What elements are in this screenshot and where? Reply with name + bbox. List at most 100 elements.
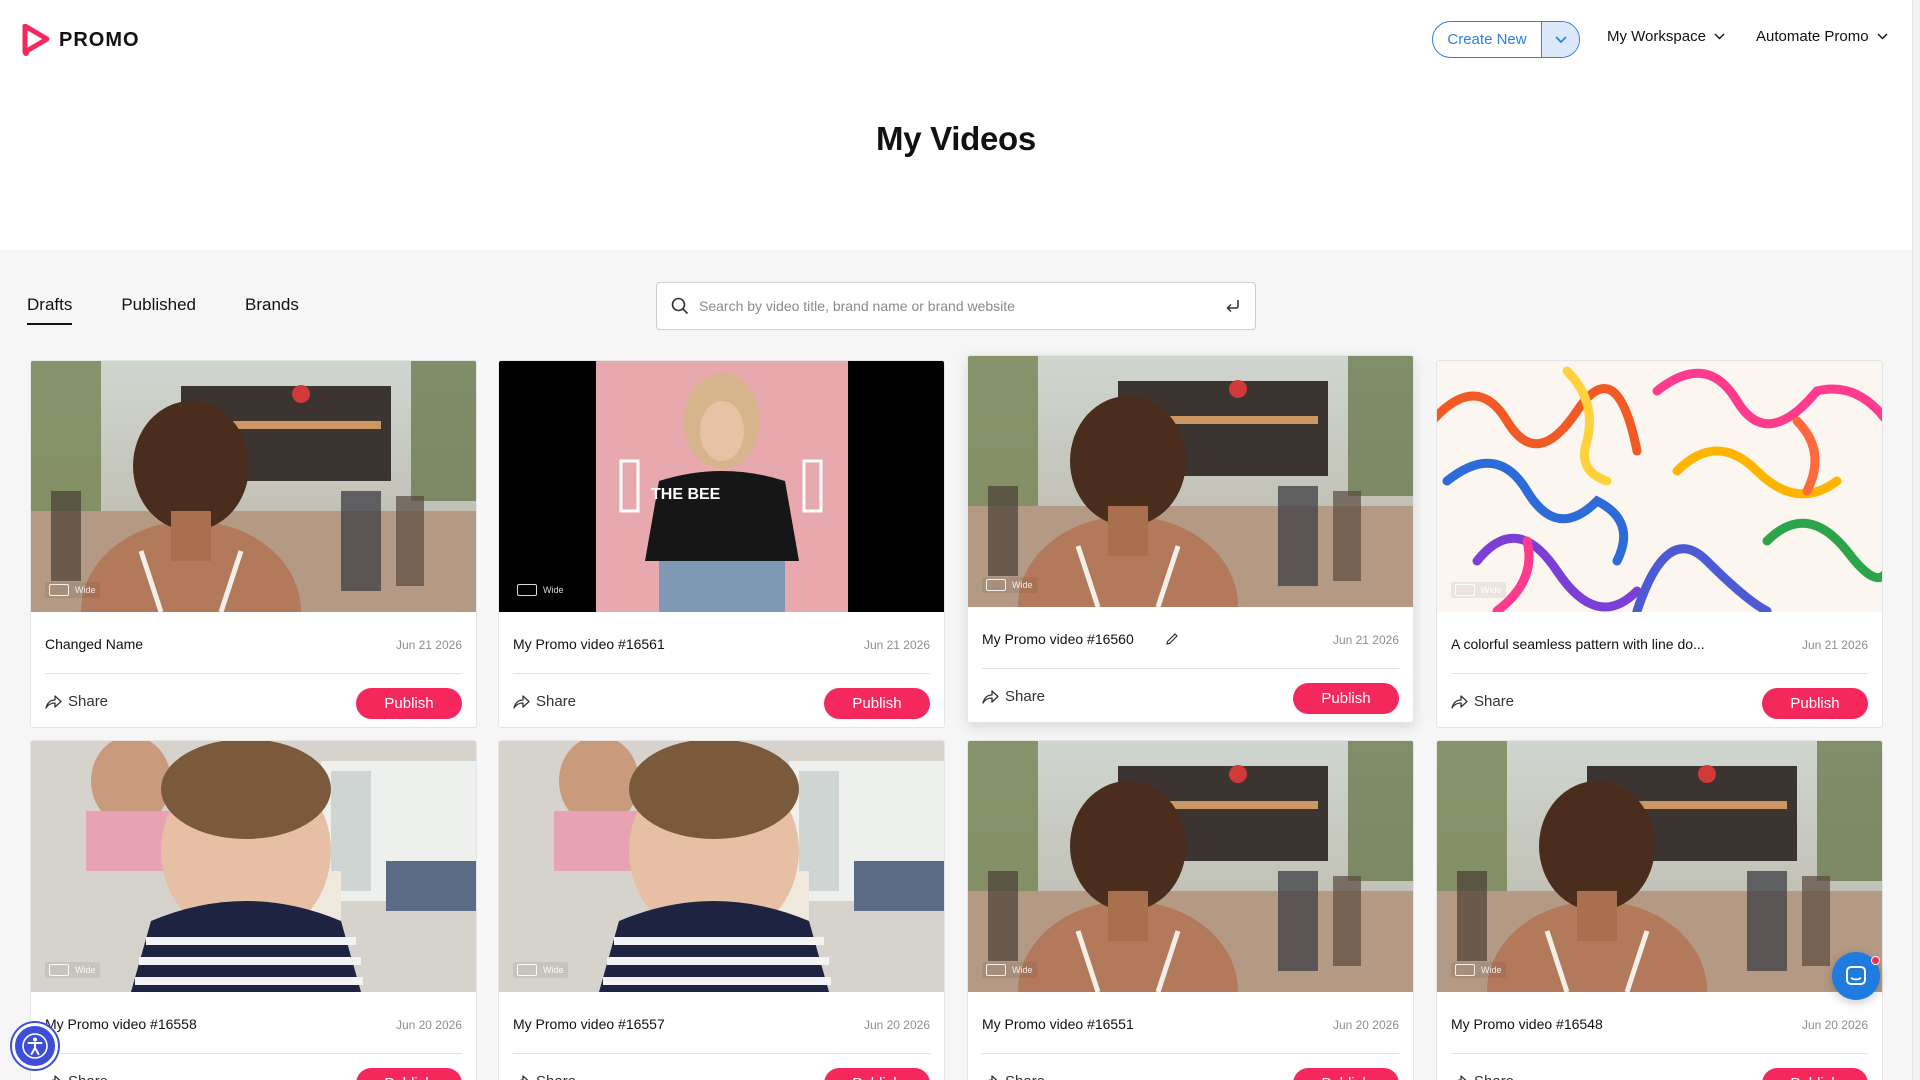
tab-brands[interactable]: Brands <box>245 295 299 325</box>
create-new-button[interactable]: Create New <box>1432 21 1580 58</box>
video-thumbnail[interactable]: Wide <box>31 361 476 612</box>
video-title: My Promo video #16558 <box>45 1016 197 1032</box>
tab-published[interactable]: Published <box>121 295 196 325</box>
wide-ratio-icon <box>517 584 537 596</box>
chat-notification-dot <box>1871 956 1880 965</box>
video-title: My Promo video #16560 <box>982 631 1134 647</box>
publish-button[interactable]: Publish <box>1293 1068 1399 1080</box>
aspect-ratio-label: Wide <box>1012 965 1033 975</box>
video-card[interactable]: Wide My Promo video #16558 Jun 20 2026 S… <box>30 740 477 1080</box>
video-thumbnail[interactable]: Wide <box>968 741 1413 992</box>
video-thumbnail[interactable]: Wide <box>1437 361 1882 612</box>
thumbnail-overlay-text: THE BEE <box>651 486 721 503</box>
edit-title-pencil-icon[interactable] <box>1165 632 1179 651</box>
aspect-ratio-label: Wide <box>75 965 96 975</box>
video-thumbnail[interactable]: Wide <box>499 741 944 992</box>
video-thumbnail[interactable]: THE BEE Wide <box>499 361 944 612</box>
aspect-ratio-label: Wide <box>1481 585 1502 595</box>
video-title: A colorful seamless pattern with line do… <box>1451 636 1705 652</box>
share-icon <box>988 1075 998 1080</box>
share-button[interactable]: Share <box>45 693 108 710</box>
video-card[interactable]: Wide My Promo video #16557 Jun 20 2026 S… <box>498 740 945 1080</box>
publish-button[interactable]: Publish <box>824 1068 930 1080</box>
video-card[interactable]: Wide Changed Name Jun 21 2026 Share Publ… <box>30 360 477 728</box>
wide-ratio-icon <box>1455 964 1475 976</box>
video-title: My Promo video #16557 <box>513 1016 665 1032</box>
share-button[interactable]: Share <box>513 693 576 710</box>
card-divider <box>45 1053 462 1054</box>
share-icon <box>519 1075 529 1080</box>
automate-promo-label: Automate Promo <box>1756 28 1869 45</box>
top-navigation-bar: PROMO Create New My Workspace Automate P… <box>0 0 1920 78</box>
share-label: Share <box>536 1073 576 1080</box>
video-thumbnail[interactable]: Wide <box>968 356 1413 607</box>
video-date: Jun 20 2026 <box>863 1018 930 1032</box>
wide-ratio-icon <box>49 964 69 976</box>
share-icon <box>1457 1075 1467 1080</box>
share-button[interactable]: Share <box>513 1073 576 1080</box>
chevron-down-icon <box>1554 35 1567 43</box>
automate-promo-dropdown[interactable]: Automate Promo <box>1756 28 1888 45</box>
create-new-dropdown-toggle[interactable] <box>1541 22 1579 57</box>
card-divider <box>1451 673 1868 674</box>
aspect-ratio-label: Wide <box>543 965 564 975</box>
share-button[interactable]: Share <box>45 1073 108 1080</box>
share-label: Share <box>68 693 109 710</box>
video-tabs: Drafts Published Brands <box>27 295 299 325</box>
page-title: My Videos <box>876 120 1036 157</box>
video-date: Jun 20 2026 <box>395 1018 462 1032</box>
tab-drafts[interactable]: Drafts <box>27 295 73 325</box>
video-card[interactable]: Wide A colorful seamless pattern with li… <box>1436 360 1883 728</box>
video-date: Jun 20 2026 <box>1801 1018 1868 1032</box>
share-label: Share <box>1005 688 1046 705</box>
share-button[interactable]: Share <box>982 688 1045 705</box>
aspect-ratio-label: Wide <box>543 585 564 595</box>
my-workspace-dropdown[interactable]: My Workspace <box>1607 28 1725 45</box>
video-card[interactable]: Wide My Promo video #16560 Jun 21 2026 S… <box>967 355 1414 723</box>
video-title: My Promo video #16548 <box>1451 1016 1603 1032</box>
publish-button[interactable]: Publish <box>1293 683 1399 714</box>
video-card[interactable]: Wide My Promo video #16551 Jun 20 2026 S… <box>967 740 1414 1080</box>
publish-button[interactable]: Publish <box>1762 688 1868 719</box>
wide-ratio-icon <box>1455 584 1475 596</box>
share-button[interactable]: Share <box>1451 1073 1514 1080</box>
search-icon <box>671 297 689 315</box>
video-title: My Promo video #16561 <box>513 636 665 652</box>
card-divider <box>982 1053 1399 1054</box>
share-label: Share <box>1474 1073 1514 1080</box>
share-button[interactable]: Share <box>1451 693 1514 710</box>
video-card[interactable]: Wide My Promo video #16548 Jun 20 2026 S… <box>1436 740 1883 1080</box>
publish-button[interactable]: Publish <box>356 688 462 719</box>
aspect-ratio-label: Wide <box>75 585 96 595</box>
wide-ratio-icon <box>986 964 1006 976</box>
video-card[interactable]: THE BEE Wide My Promo video #16561 Jun 2… <box>498 360 945 728</box>
page-scrollbar[interactable] <box>1912 0 1920 1080</box>
card-divider <box>1451 1053 1868 1054</box>
accessibility-icon <box>22 1033 48 1059</box>
aspect-ratio-label: Wide <box>1481 965 1502 975</box>
my-workspace-label: My Workspace <box>1607 28 1706 45</box>
video-thumbnail[interactable]: Wide <box>1437 741 1882 992</box>
share-label: Share <box>536 693 577 710</box>
promo-logo-icon <box>22 24 50 56</box>
chevron-down-icon <box>1877 33 1888 40</box>
publish-button[interactable]: Publish <box>824 688 930 719</box>
video-date: Jun 21 2026 <box>863 638 930 652</box>
video-date: Jun 21 2026 <box>1801 638 1868 652</box>
video-thumbnail[interactable]: Wide <box>31 741 476 992</box>
create-new-label[interactable]: Create New <box>1433 22 1541 57</box>
publish-button[interactable]: Publish <box>1762 1068 1868 1080</box>
video-date: Jun 20 2026 <box>1332 1018 1399 1032</box>
aspect-ratio-tag: Wide <box>1451 582 1506 598</box>
chat-support-button[interactable] <box>1832 952 1880 1000</box>
share-button[interactable]: Share <box>982 1073 1045 1080</box>
share-icon <box>513 695 530 709</box>
promo-logo[interactable]: PROMO <box>22 24 140 56</box>
video-date: Jun 21 2026 <box>395 638 462 652</box>
publish-button[interactable]: Publish <box>356 1068 462 1080</box>
aspect-ratio-tag: Wide <box>513 962 568 978</box>
enter-return-icon[interactable] <box>1225 299 1241 313</box>
wide-ratio-icon <box>49 584 69 596</box>
accessibility-button[interactable] <box>12 1023 58 1069</box>
search-input[interactable] <box>699 298 1225 314</box>
